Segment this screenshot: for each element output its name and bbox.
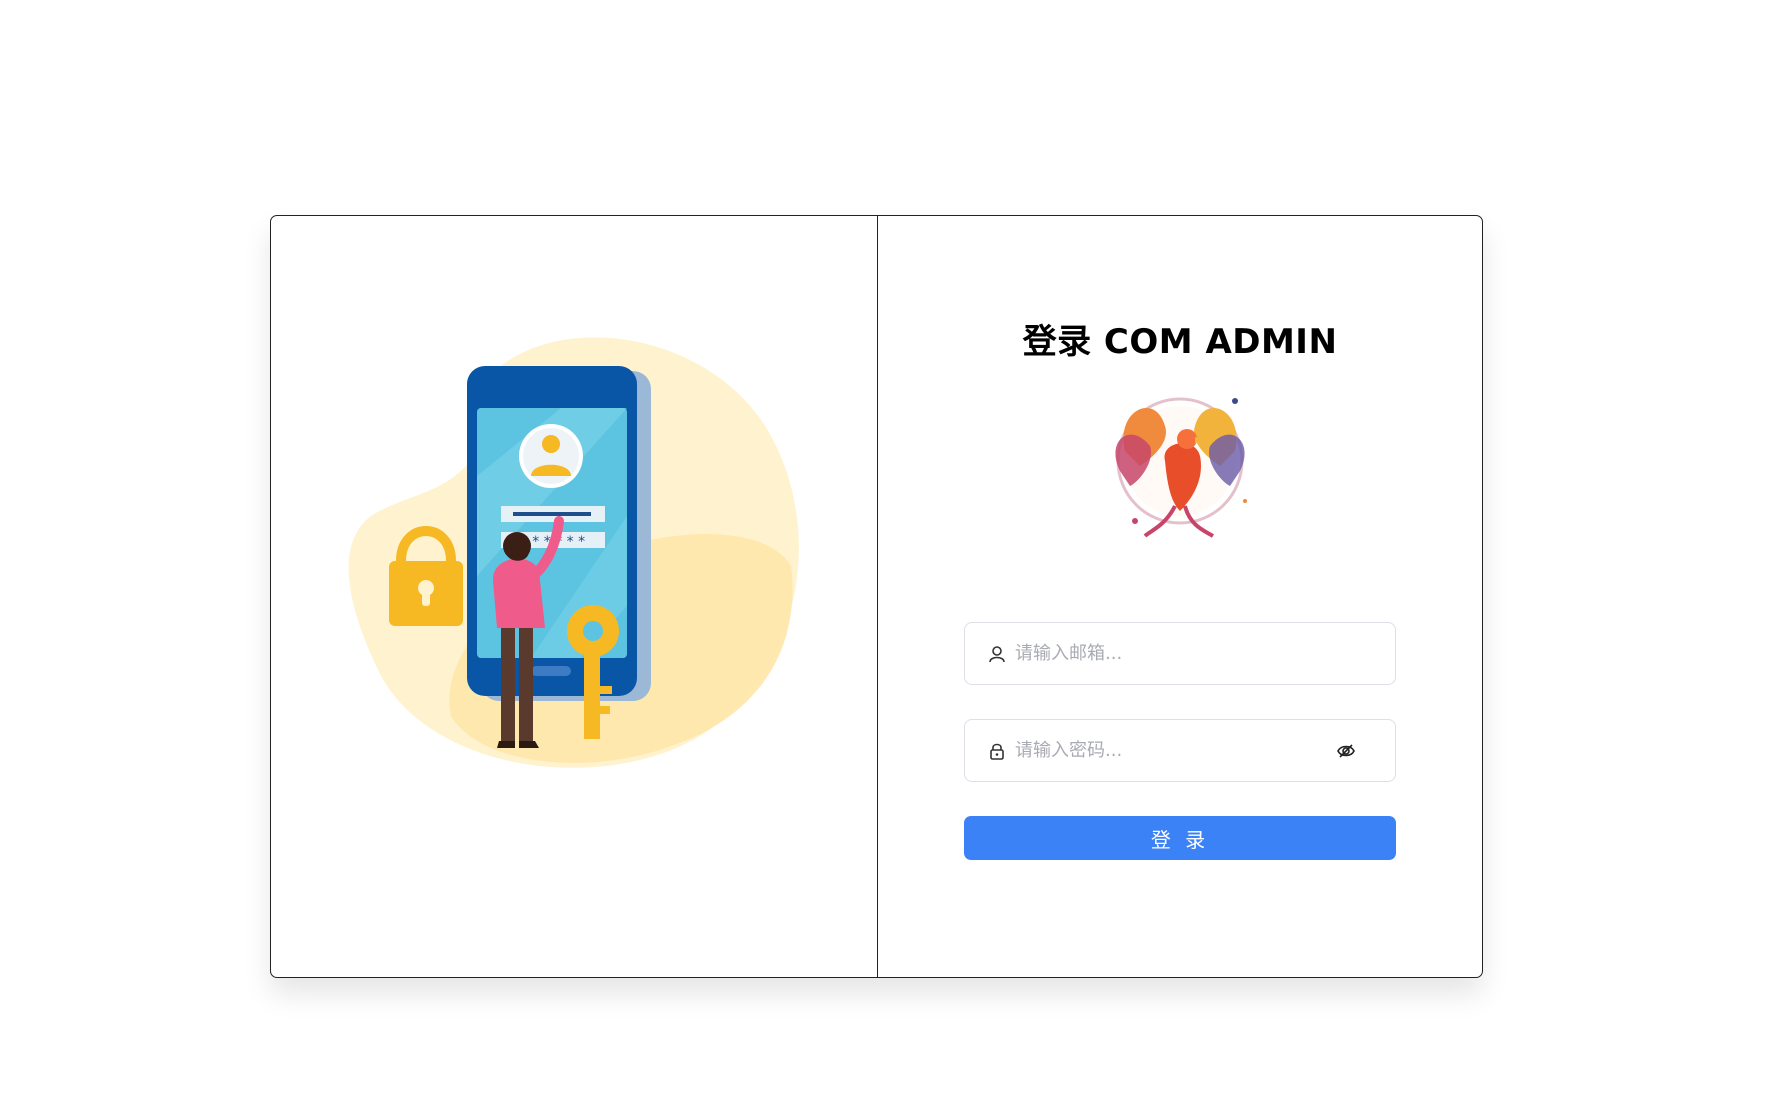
phoenix-logo (1115, 397, 1247, 538)
user-icon (987, 644, 1007, 664)
lock-icon (987, 741, 1007, 761)
email-field[interactable] (964, 622, 1396, 685)
illustration-panel: * * * * * * (271, 216, 878, 977)
page-title: 登录 COM ADMIN (1022, 322, 1338, 362)
login-form-panel: 登录 COM ADMIN 请输入邮箱... 登 录 (878, 216, 1482, 977)
eye-off-icon[interactable] (1335, 740, 1357, 762)
login-card: * * * * * * 登录 COM ADMIN 请输入邮箱... 登 录 (270, 215, 1483, 978)
login-illustration: * * * * * * (348, 337, 799, 768)
password-input[interactable] (1013, 739, 1335, 762)
password-field[interactable] (964, 719, 1396, 782)
login-button[interactable]: 登 录 (964, 816, 1396, 860)
email-input[interactable] (1013, 642, 1395, 665)
